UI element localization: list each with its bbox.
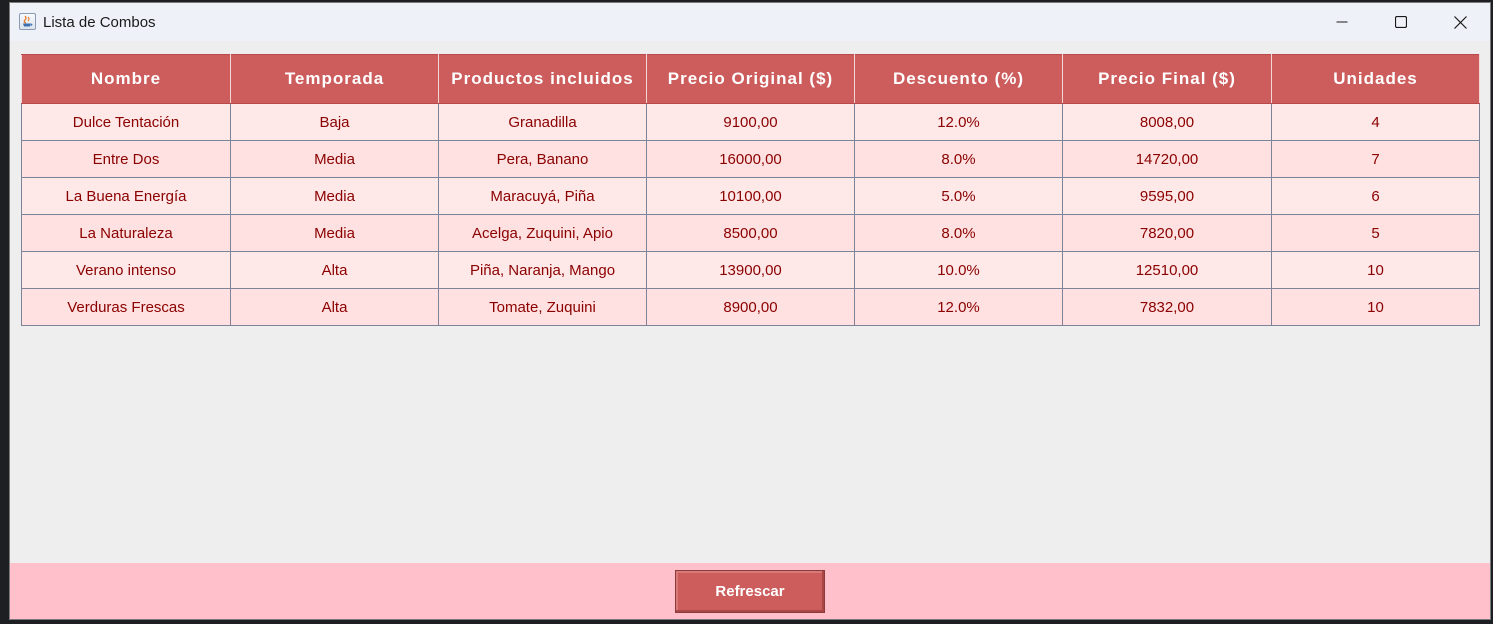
table-cell[interactable]: 5	[1271, 214, 1480, 252]
table-cell[interactable]: 10100,00	[646, 177, 855, 215]
title-bar[interactable]: Lista de Combos	[10, 3, 1490, 41]
column-header-productos[interactable]: Productos incluidos	[438, 54, 647, 104]
table-cell[interactable]: 10	[1271, 288, 1480, 326]
table-cell[interactable]: Tomate, Zuquini	[438, 288, 647, 326]
table-cell[interactable]: 12.0%	[854, 288, 1063, 326]
minimize-icon	[1336, 21, 1348, 23]
table-cell[interactable]: 13900,00	[646, 251, 855, 289]
table-row[interactable]: Dulce Tentación Baja Granadilla 9100,00 …	[21, 103, 1480, 141]
table-cell[interactable]: La Naturaleza	[21, 214, 231, 252]
table-cell[interactable]: 8008,00	[1062, 103, 1272, 141]
combos-window: Lista de Combos Nombre Temporada Product…	[9, 2, 1491, 620]
table-cell[interactable]: Verano intenso	[21, 251, 231, 289]
java-app-icon	[19, 13, 36, 30]
table-cell[interactable]: Maracuyá, Piña	[438, 177, 647, 215]
table-cell[interactable]: Pera, Banano	[438, 140, 647, 178]
footer-panel: Refrescar	[10, 563, 1490, 619]
table-row[interactable]: La Buena Energía Media Maracuyá, Piña 10…	[21, 177, 1480, 215]
table-row[interactable]: Verduras Frescas Alta Tomate, Zuquini 89…	[21, 288, 1480, 326]
table-cell[interactable]: Media	[230, 177, 439, 215]
table-cell[interactable]: 16000,00	[646, 140, 855, 178]
close-button[interactable]	[1431, 3, 1489, 41]
column-header-temporada[interactable]: Temporada	[230, 54, 439, 104]
table-cell[interactable]: 10	[1271, 251, 1480, 289]
table-cell[interactable]: Granadilla	[438, 103, 647, 141]
column-header-precio-original[interactable]: Precio Original ($)	[646, 54, 855, 104]
table-cell[interactable]: Baja	[230, 103, 439, 141]
table-cell[interactable]: 8500,00	[646, 214, 855, 252]
table-cell[interactable]: Acelga, Zuquini, Apio	[438, 214, 647, 252]
table-cell[interactable]: 8900,00	[646, 288, 855, 326]
combos-table-scrollpane[interactable]: Nombre Temporada Productos incluidos Pre…	[21, 54, 1480, 326]
table-row[interactable]: Entre Dos Media Pera, Banano 16000,00 8.…	[21, 140, 1480, 178]
table-cell[interactable]: 12.0%	[854, 103, 1063, 141]
column-header-unidades[interactable]: Unidades	[1271, 54, 1480, 104]
table-cell[interactable]: 10.0%	[854, 251, 1063, 289]
table-row[interactable]: Verano intenso Alta Piña, Naranja, Mango…	[21, 251, 1480, 289]
table-cell[interactable]: Alta	[230, 288, 439, 326]
table-cell[interactable]: 5.0%	[854, 177, 1063, 215]
maximize-icon	[1395, 16, 1407, 28]
table-cell[interactable]: 7832,00	[1062, 288, 1272, 326]
maximize-button[interactable]	[1372, 3, 1430, 41]
table-header-row: Nombre Temporada Productos incluidos Pre…	[21, 54, 1480, 104]
table-cell[interactable]: La Buena Energía	[21, 177, 231, 215]
table-row[interactable]: La Naturaleza Media Acelga, Zuquini, Api…	[21, 214, 1480, 252]
column-header-nombre[interactable]: Nombre	[21, 54, 231, 104]
table-cell[interactable]: 12510,00	[1062, 251, 1272, 289]
combos-table[interactable]: Nombre Temporada Productos incluidos Pre…	[21, 54, 1480, 326]
table-cell[interactable]: 8.0%	[854, 140, 1063, 178]
table-cell[interactable]: 7	[1271, 140, 1480, 178]
table-cell[interactable]: Media	[230, 140, 439, 178]
table-cell[interactable]: 9595,00	[1062, 177, 1272, 215]
column-header-precio-final[interactable]: Precio Final ($)	[1062, 54, 1272, 104]
table-cell[interactable]: 6	[1271, 177, 1480, 215]
table-cell[interactable]: Entre Dos	[21, 140, 231, 178]
window-title: Lista de Combos	[43, 14, 156, 31]
table-cell[interactable]: Verduras Frescas	[21, 288, 231, 326]
table-cell[interactable]: Alta	[230, 251, 439, 289]
column-header-descuento[interactable]: Descuento (%)	[854, 54, 1063, 104]
table-cell[interactable]: Dulce Tentación	[21, 103, 231, 141]
table-cell[interactable]: 4	[1271, 103, 1480, 141]
minimize-button[interactable]	[1313, 3, 1371, 41]
close-icon	[1453, 15, 1467, 29]
table-cell[interactable]: Piña, Naranja, Mango	[438, 251, 647, 289]
table-cell[interactable]: 8.0%	[854, 214, 1063, 252]
table-cell[interactable]: Media	[230, 214, 439, 252]
table-cell[interactable]: 7820,00	[1062, 214, 1272, 252]
refresh-button[interactable]: Refrescar	[675, 570, 825, 613]
table-cell[interactable]: 9100,00	[646, 103, 855, 141]
table-cell[interactable]: 14720,00	[1062, 140, 1272, 178]
